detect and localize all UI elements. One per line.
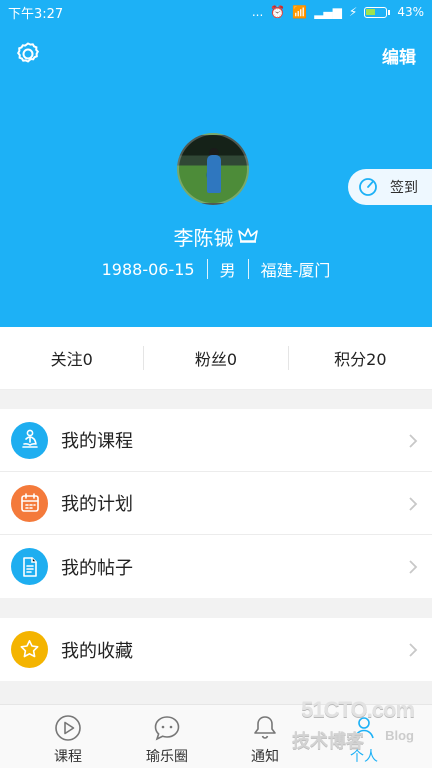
stat-follow[interactable]: 关注0 (0, 346, 143, 370)
menu-item-favorites[interactable]: 我的收藏 (0, 618, 432, 681)
crown-icon (237, 228, 258, 243)
battery-percent: 43% (397, 5, 424, 19)
bottom-navigation: 课程 瑜乐圈 通知 个人 (0, 704, 432, 768)
chevron-right-icon (409, 434, 418, 448)
stat-value: 0 (82, 350, 93, 369)
chevron-right-icon (409, 643, 418, 657)
stat-points[interactable]: 积分20 (287, 346, 432, 370)
nav-course[interactable]: 课程 (36, 713, 100, 766)
user-name: 李陈铖 (173, 225, 234, 250)
battery-icon (364, 6, 388, 18)
star-icon (11, 631, 48, 668)
avatar[interactable] (177, 133, 249, 205)
menu-label: 我的帖子 (61, 557, 133, 579)
nav-label: 课程 (54, 749, 82, 765)
birthdate: 1988-06-15 (101, 259, 195, 279)
chevron-right-icon (409, 497, 418, 511)
avatar-person (207, 155, 221, 193)
info-divider (206, 259, 208, 279)
menu-group-secondary: 我的收藏 (0, 618, 432, 681)
battery-tip (388, 9, 391, 15)
status-bar: 下午3:27 ... ⏰ 📶 ▂▄▆ ⚡ 43% (0, 0, 432, 24)
stat-value: 20 (366, 350, 387, 369)
nav-label: 瑜乐圈 (146, 749, 188, 765)
user-name-row: 李陈铖 (0, 222, 432, 250)
chevron-right-icon (409, 560, 418, 574)
nav-label: 个人 (350, 749, 378, 765)
alarm-icon: ⏰ (270, 5, 286, 19)
profile-stats: 关注0 粉丝0 积分20 (0, 327, 432, 390)
meditation-icon (11, 421, 48, 459)
edit-button[interactable]: 编辑 (382, 43, 416, 68)
checkin-button[interactable]: 签到 (348, 169, 432, 205)
checkin-label: 签到 (390, 180, 418, 196)
stat-fans[interactable]: 粉丝0 (143, 346, 287, 370)
user-icon (354, 717, 374, 739)
bell-icon (254, 716, 276, 739)
status-time: 下午3:27 (8, 6, 64, 22)
status-icons: ... ⏰ 📶 ▂▄▆ ⚡ 43% (252, 5, 424, 19)
info-divider (247, 259, 249, 279)
wifi-icon: 📶 (292, 5, 308, 19)
gear-icon[interactable] (14, 40, 42, 68)
stat-label: 粉丝 (194, 350, 227, 369)
stat-label: 关注 (50, 350, 83, 369)
menu-label: 我的课程 (61, 431, 133, 452)
menu-label: 我的计划 (61, 494, 133, 515)
menu-item-plans[interactable]: 我的计划 (0, 472, 432, 535)
nav-circle[interactable]: 瑜乐圈 (135, 713, 199, 766)
location: 福建-厦门 (260, 261, 331, 280)
chat-bubble-icon (154, 716, 180, 741)
menu-label: 我的收藏 (61, 640, 133, 662)
user-info-row: 1988-06-15 男 福建-厦门 (0, 256, 432, 282)
stat-value: 0 (226, 350, 238, 369)
play-circle-icon (55, 715, 81, 741)
signal-icon: ▂▄▆ (314, 5, 342, 19)
document-icon (11, 548, 48, 585)
status-dots: ... (251, 5, 264, 19)
nav-label: 通知 (251, 749, 279, 765)
profile-header: 下午3:27 ... ⏰ 📶 ▂▄▆ ⚡ 43% 编辑 签到 李陈铖 1988-… (0, 0, 432, 327)
gender: 男 (219, 261, 236, 280)
menu-group-primary: 我的课程 我的计划 我的帖子 (0, 409, 432, 598)
calendar-icon (11, 484, 48, 522)
menu-item-posts[interactable]: 我的帖子 (0, 535, 432, 598)
charging-icon: ⚡ (348, 5, 358, 19)
stat-label: 积分 (334, 350, 367, 369)
checkin-icon (359, 178, 377, 196)
nav-profile[interactable]: 个人 (332, 713, 396, 766)
nav-notifications[interactable]: 通知 (233, 713, 297, 766)
menu-item-courses[interactable]: 我的课程 (0, 409, 432, 472)
